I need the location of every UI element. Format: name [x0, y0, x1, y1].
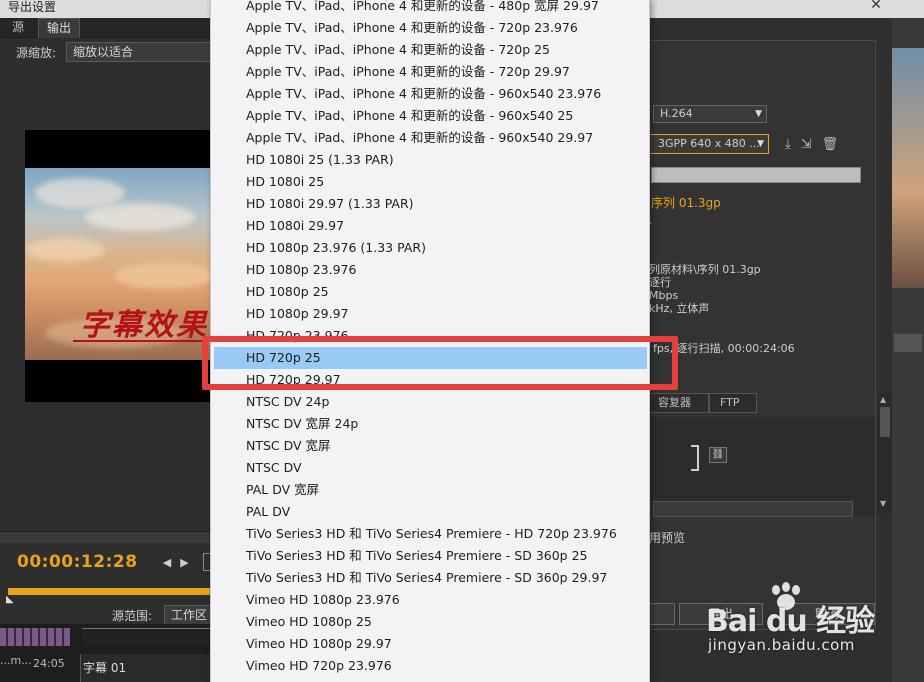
chevron-down-icon: ▼ [757, 139, 764, 149]
close-icon[interactable]: ✕ [868, 0, 884, 12]
dropdown-option[interactable]: HD 1080i 29.97 (1.33 PAR) [211, 193, 647, 215]
transport-controls: ◀ ▶ [160, 556, 192, 569]
source-tabs: 源 输出 [0, 18, 212, 38]
dropdown-option[interactable]: HD 720p 23.976 [211, 325, 647, 347]
playhead-icon[interactable]: ◣ [6, 594, 14, 605]
summary-line: kHz, 立体声 [649, 302, 710, 315]
source-panel: 源 输出 源缩放: 缩放以适合 字幕效果 00:00:12:28 ◀ ▶ ◣ 源… [0, 18, 212, 682]
dropdown-option[interactable]: Vimeo HD 720p 23.976 [211, 655, 647, 677]
dropdown-option[interactable]: HD 1080p 25 [211, 281, 647, 303]
settings-select[interactable] [653, 501, 853, 517]
timeline-clip: 字幕 01 [80, 654, 212, 682]
metadata-button[interactable] [649, 603, 675, 625]
step-forward-icon[interactable]: ▶ [178, 556, 192, 569]
dropdown-option[interactable]: Vimeo HD 1080p 23.976 [211, 589, 647, 611]
timeline-ruler [82, 628, 212, 646]
dropdown-option[interactable]: NTSC DV 宽屏 [211, 435, 647, 457]
format-select[interactable]: H.264 ▼ [653, 105, 767, 123]
tab-ftp[interactable]: FTP [709, 393, 757, 413]
export-settings-group: H.264 ▼ 3GPP 640 x 480 ... ▼ ⤓⇲🗑 序列 01.3… [647, 40, 876, 630]
chevron-down-icon: ▼ [755, 109, 762, 119]
preset-value: 3GPP 640 x 480 ... [658, 137, 760, 150]
aspect-bracket [691, 445, 699, 471]
dropdown-option[interactable]: NTSC DV 24p [211, 391, 647, 413]
sequence-duration: 24:05 [33, 657, 65, 670]
background-program-monitor [892, 18, 924, 682]
scroll-thumb[interactable] [880, 407, 890, 437]
source-scale-label: 源缩放: [16, 46, 57, 60]
timecode-display[interactable]: 00:00:12:28 [17, 552, 138, 572]
dropdown-option[interactable]: Vimeo HD 1080p 25 [211, 611, 647, 633]
output-name-link[interactable]: 序列 01.3gp [651, 194, 721, 211]
tab-multiplexer[interactable]: 容复器 [647, 393, 709, 413]
preview-subtitle: 字幕效果 [80, 308, 208, 343]
summary-line: Mbps [649, 289, 679, 302]
source-scale-select[interactable]: 缩放以适合 [66, 42, 212, 62]
dropdown-option[interactable]: NTSC DV 宽屏 24p [211, 413, 647, 435]
dropdown-option[interactable]: NTSC DV [211, 457, 647, 479]
background-preview [892, 48, 924, 288]
scroll-up-icon[interactable]: ▲ [880, 395, 886, 404]
dropdown-option[interactable]: PAL DV [211, 501, 647, 523]
save-preset-icon[interactable]: ⤓ [785, 137, 801, 152]
work-area-bar[interactable] [8, 588, 212, 595]
scroll-down-icon[interactable]: ▼ [880, 499, 886, 508]
dropdown-option[interactable]: HD 1080i 29.97 [211, 215, 647, 237]
clip-thumbnail [0, 628, 70, 646]
dropdown-option[interactable]: PAL DV 宽屏 [211, 479, 647, 501]
dropdown-option[interactable]: HD 1080p 23.976 [211, 259, 647, 281]
background-toolbar [894, 334, 922, 352]
background-timeline: ...m... 24:05 字幕 01 [0, 624, 212, 682]
export-settings-panel: H.264 ▼ 3GPP 640 x 480 ... ▼ ⤓⇲🗑 序列 01.3… [647, 18, 892, 682]
summary-line: 列原材料\序列 01.3gp [649, 263, 761, 276]
dropdown-option[interactable]: Apple TV、iPad、iPhone 4 和更新的设备 - 720p 25 [211, 39, 647, 61]
comment-field[interactable] [651, 167, 861, 183]
dropdown-option[interactable]: Apple TV、iPad、iPhone 4 和更新的设备 - 960x540 … [211, 105, 647, 127]
preset-dropdown-list[interactable]: Apple TV、iPad、iPhone 4 和更新的设备 - 480p 宽屏 … [210, 0, 650, 682]
summary-line: 逐行 [649, 276, 671, 289]
preset-select[interactable]: 3GPP 640 x 480 ... ▼ [649, 134, 769, 154]
dropdown-option[interactable]: Apple TV、iPad、iPhone 4 和更新的设备 - 480p 宽屏 … [211, 0, 647, 17]
output-summary: 列原材料\序列 01.3gp 逐行 Mbps kHz, 立体声 [649, 263, 761, 315]
subtitle-underline [73, 340, 212, 342]
import-preset-icon[interactable]: ⇲ [801, 137, 822, 152]
source-summary: fps, 逐行扫描, 00:00:24:06 [653, 342, 795, 355]
dropdown-option[interactable]: Vimeo HD 1080p 29.97 [211, 633, 647, 655]
dropdown-option[interactable]: Apple TV、iPad、iPhone 4 和更新的设备 - 960x540 … [211, 83, 647, 105]
dropdown-option[interactable]: HD 1080p 23.976 (1.33 PAR) [211, 237, 647, 259]
video-settings-area: ⛓ [651, 417, 875, 517]
preview-scrollbar[interactable] [0, 531, 212, 543]
tab-output[interactable]: 输出 [38, 18, 81, 38]
window-title: 导出设置 [8, 0, 57, 14]
use-preview-label[interactable]: 用预览 [649, 529, 685, 546]
dropdown-option[interactable]: HD 1080i 25 [211, 171, 647, 193]
video-preview: 字幕效果 [25, 130, 212, 402]
step-back-icon[interactable]: ◀ [160, 556, 174, 569]
sequence-name: 字幕 01 [83, 661, 127, 675]
dropdown-option[interactable]: TiVo Series3 HD 和 TiVo Series4 Premiere … [211, 545, 647, 567]
dropdown-option[interactable]: TiVo Series3 HD 和 TiVo Series4 Premiere … [211, 567, 647, 589]
dropdown-option-selected[interactable]: HD 720p 25 [214, 347, 647, 369]
export-button[interactable]: 导出 [679, 603, 763, 625]
dropdown-option[interactable]: HD 720p 29.97 [211, 369, 647, 391]
sequence-short-name: ...m... [0, 654, 32, 667]
delete-preset-icon[interactable]: 🗑 [822, 137, 849, 152]
dropdown-option[interactable]: HD 1080p 29.97 [211, 303, 647, 325]
dropdown-option[interactable]: Apple TV、iPad、iPhone 4 和更新的设备 - 960x540 … [211, 127, 647, 149]
source-range-label: 源范围: [112, 609, 153, 623]
source-range-select[interactable]: 工作区 [164, 605, 212, 625]
format-value: H.264 [660, 107, 693, 120]
tab-source[interactable]: 源 [4, 18, 32, 38]
dropdown-option[interactable]: Apple TV、iPad、iPhone 4 和更新的设备 - 720p 23.… [211, 17, 647, 39]
preview-frame: 字幕效果 [25, 168, 212, 360]
settings-scrollbar[interactable]: ▲ ▼ [878, 393, 892, 513]
dropdown-option[interactable]: Apple TV、iPad、iPhone 4 和更新的设备 - 720p 29.… [211, 61, 647, 83]
source-scale-row: 源缩放: 缩放以适合 [0, 40, 212, 64]
preset-actions: ⤓⇲🗑 [785, 137, 848, 152]
link-icon[interactable]: ⛓ [709, 447, 727, 463]
dropdown-option[interactable]: TiVo Series3 HD 和 TiVo Series4 Premiere … [211, 523, 647, 545]
dropdown-option[interactable]: HD 1080i 25 (1.33 PAR) [211, 149, 647, 171]
cancel-button[interactable]: 取消 [779, 603, 875, 625]
